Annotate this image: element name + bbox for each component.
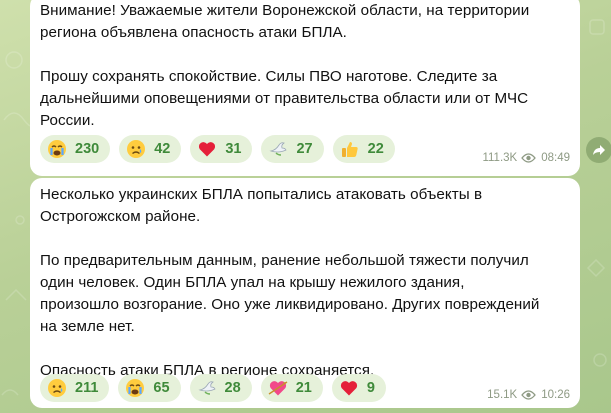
sad-face-icon <box>127 140 146 158</box>
dove-icon <box>197 381 216 395</box>
message-bubble[interactable]: Внимание! Уважаемые жители Воронежской о… <box>30 0 580 176</box>
reaction-count: 31 <box>225 141 242 157</box>
reaction-count: 21 <box>295 380 312 396</box>
forward-arrow-icon <box>593 145 605 155</box>
message-meta: 15.1K 10:26 <box>487 389 570 401</box>
reaction-count: 27 <box>296 141 313 157</box>
thumbs-up-icon <box>341 142 358 157</box>
reactions-bar: 230 42 31 27 22 <box>40 135 395 163</box>
crying-face-icon <box>126 379 145 397</box>
message-time: 10:26 <box>541 389 570 401</box>
dove-icon <box>269 142 288 156</box>
view-count: 15.1K <box>487 389 518 401</box>
message-bubble[interactable]: Несколько украинских БПЛА попытались ата… <box>30 178 580 408</box>
red-heart-icon <box>199 142 216 157</box>
view-count: 111.3K <box>482 152 518 164</box>
reaction-count: 42 <box>154 141 171 157</box>
reaction-heart-button[interactable]: 9 <box>331 374 386 402</box>
reaction-crying-button[interactable]: 65 <box>118 374 181 402</box>
reaction-heart-arrow-button[interactable]: 21 <box>260 374 323 402</box>
reaction-count: 211 <box>75 380 99 396</box>
reaction-count: 65 <box>153 380 170 396</box>
message-meta: 111.3K 08:49 <box>482 152 570 164</box>
reactions-bar: 211 65 28 21 9 <box>40 374 386 402</box>
eye-icon <box>521 390 537 400</box>
reaction-crying-button[interactable]: 230 <box>40 135 111 163</box>
reaction-sad-button[interactable]: 211 <box>40 374 110 402</box>
reaction-dove-button[interactable]: 27 <box>261 135 324 163</box>
sad-face-icon <box>48 379 66 397</box>
message-text: Внимание! Уважаемые жители Воронежской о… <box>40 2 530 129</box>
crying-face-icon <box>48 140 66 158</box>
reaction-heart-button[interactable]: 31 <box>190 135 253 163</box>
reaction-count: 22 <box>367 141 384 157</box>
heart-with-arrow-icon <box>268 381 288 396</box>
reaction-dove-button[interactable]: 28 <box>189 374 252 402</box>
eye-icon <box>521 153 537 163</box>
reaction-count: 28 <box>224 380 241 396</box>
reaction-sad-button[interactable]: 42 <box>119 135 182 163</box>
reaction-count: 230 <box>75 141 100 157</box>
message-time: 08:49 <box>541 152 570 164</box>
reaction-thumbs-up-button[interactable]: 22 <box>332 135 395 163</box>
reaction-count: 9 <box>366 380 375 396</box>
red-heart-icon <box>340 381 357 396</box>
forward-button[interactable] <box>586 137 611 163</box>
message-text: Несколько украинских БПЛА попытались ата… <box>40 186 540 379</box>
